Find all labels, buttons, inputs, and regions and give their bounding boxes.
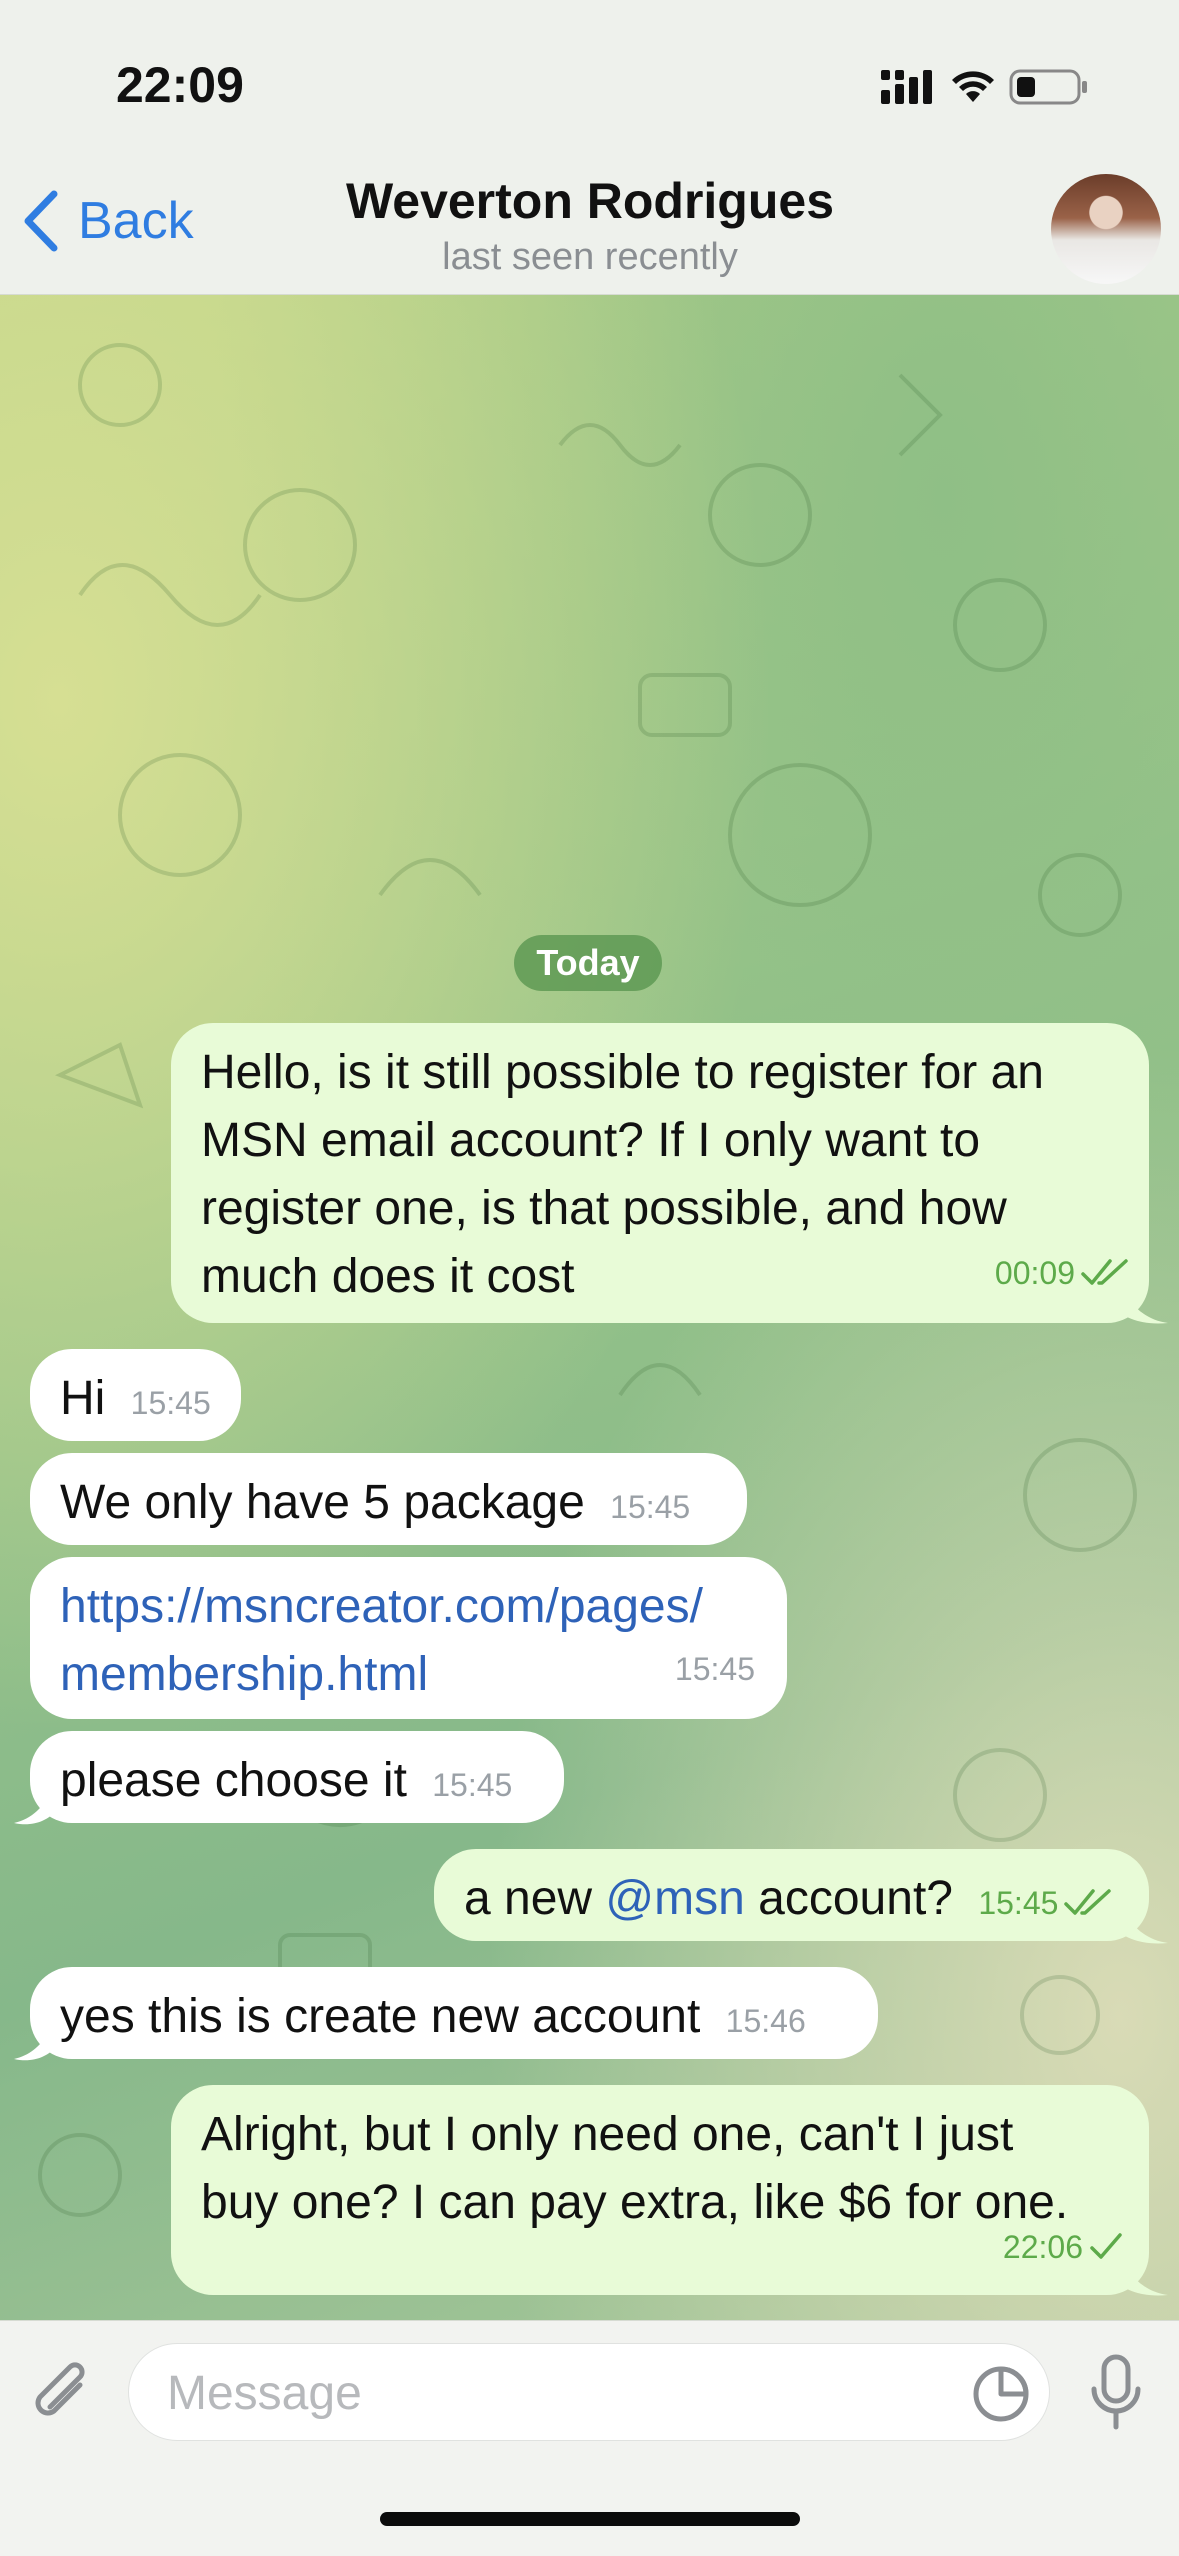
message-time: 15:45 [432,1767,513,1803]
message-time: 15:46 [725,2003,806,2039]
message-time: 15:45 [610,1489,691,1525]
message-incoming[interactable]: https://msncreator.com/pages/ membership… [30,1557,787,1719]
message-link[interactable]: membership.html [60,1641,757,1709]
microphone-icon[interactable] [1088,2353,1144,2433]
home-indicator[interactable] [380,2512,800,2526]
back-label: Back [78,192,194,250]
sticker-icon[interactable] [971,2364,1031,2424]
message-placeholder: Message [167,2367,362,2420]
double-check-icon [1064,1889,1112,1915]
message-incoming[interactable]: Hi 15:45 [30,1349,241,1441]
bubble-tail [14,2023,54,2061]
message-outgoing[interactable]: Alright, but I only need one, can't I ju… [171,2085,1149,2295]
message-text: yes this is create new account [60,1990,701,2043]
double-check-icon [1081,1259,1128,1285]
message-text: Hi [60,1372,106,1425]
avatar[interactable] [1051,174,1161,284]
message-text: We only have 5 package [60,1476,585,1529]
message-link[interactable]: https://msncreator.com/pages/ [60,1573,757,1641]
message-time: 00:09 [994,1255,1075,1291]
message-outgoing[interactable]: a new @msn account? 15:45 [434,1849,1149,1941]
chat-area[interactable]: Today Hello, is it still possible to reg… [0,295,1179,2320]
message-time: 15:45 [130,1385,211,1421]
bubble-tail [1120,2257,1168,2296]
message-outgoing[interactable]: Hello, is it still possible to register … [171,1023,1149,1323]
message-text-line: Alright, but I only need one, can't I ju… [201,2108,1014,2161]
status-icons [881,62,1089,112]
message-text: please choose it [60,1754,407,1807]
chevron-left-icon [24,190,58,252]
message-text: account? [744,1872,953,1925]
message-time: 22:06 [1002,2229,1083,2265]
date-separator: Today [514,935,662,991]
message-text: a new [464,1872,606,1925]
message-incoming[interactable]: please choose it 15:45 [30,1731,564,1823]
message-incoming[interactable]: We only have 5 package 15:45 [30,1453,747,1545]
contact-info[interactable]: Weverton Rodrigues last seen recently [240,172,940,279]
message-text-line: Hello, is it still possible to register … [201,1046,1044,1099]
message-input[interactable]: Message [128,2343,1050,2441]
message-text-line: much does it cost [201,1250,575,1303]
back-button[interactable]: Back [22,190,194,252]
bubble-tail [1120,1285,1168,1324]
single-check-icon [1090,2233,1122,2259]
message-text-line: buy one? I can pay extra, like $6 for on… [201,2176,1069,2229]
battery-icon [1009,69,1087,105]
message-text-line: register one, is that possible, and how [201,1182,1007,1235]
message-time: 15:45 [978,1885,1059,1921]
contact-status: last seen recently [442,236,738,278]
bubble-tail [14,1787,54,1825]
wifi-icon [952,71,994,102]
paperclip-icon[interactable] [30,2359,96,2429]
status-time: 22:09 [116,57,244,113]
message-incoming[interactable]: yes this is create new account 15:46 [30,1967,878,2059]
contact-name: Weverton Rodrigues [345,173,835,229]
message-mention[interactable]: @msn [605,1872,744,1925]
message-text-line: MSN email account? If I only want to [201,1114,981,1167]
bubble-tail [1120,1905,1168,1944]
signal-icon [881,70,932,104]
message-time: 15:45 [674,1651,755,1687]
chat-header: 22:09 Back Weverton Rodrigues last seen [0,0,1179,295]
